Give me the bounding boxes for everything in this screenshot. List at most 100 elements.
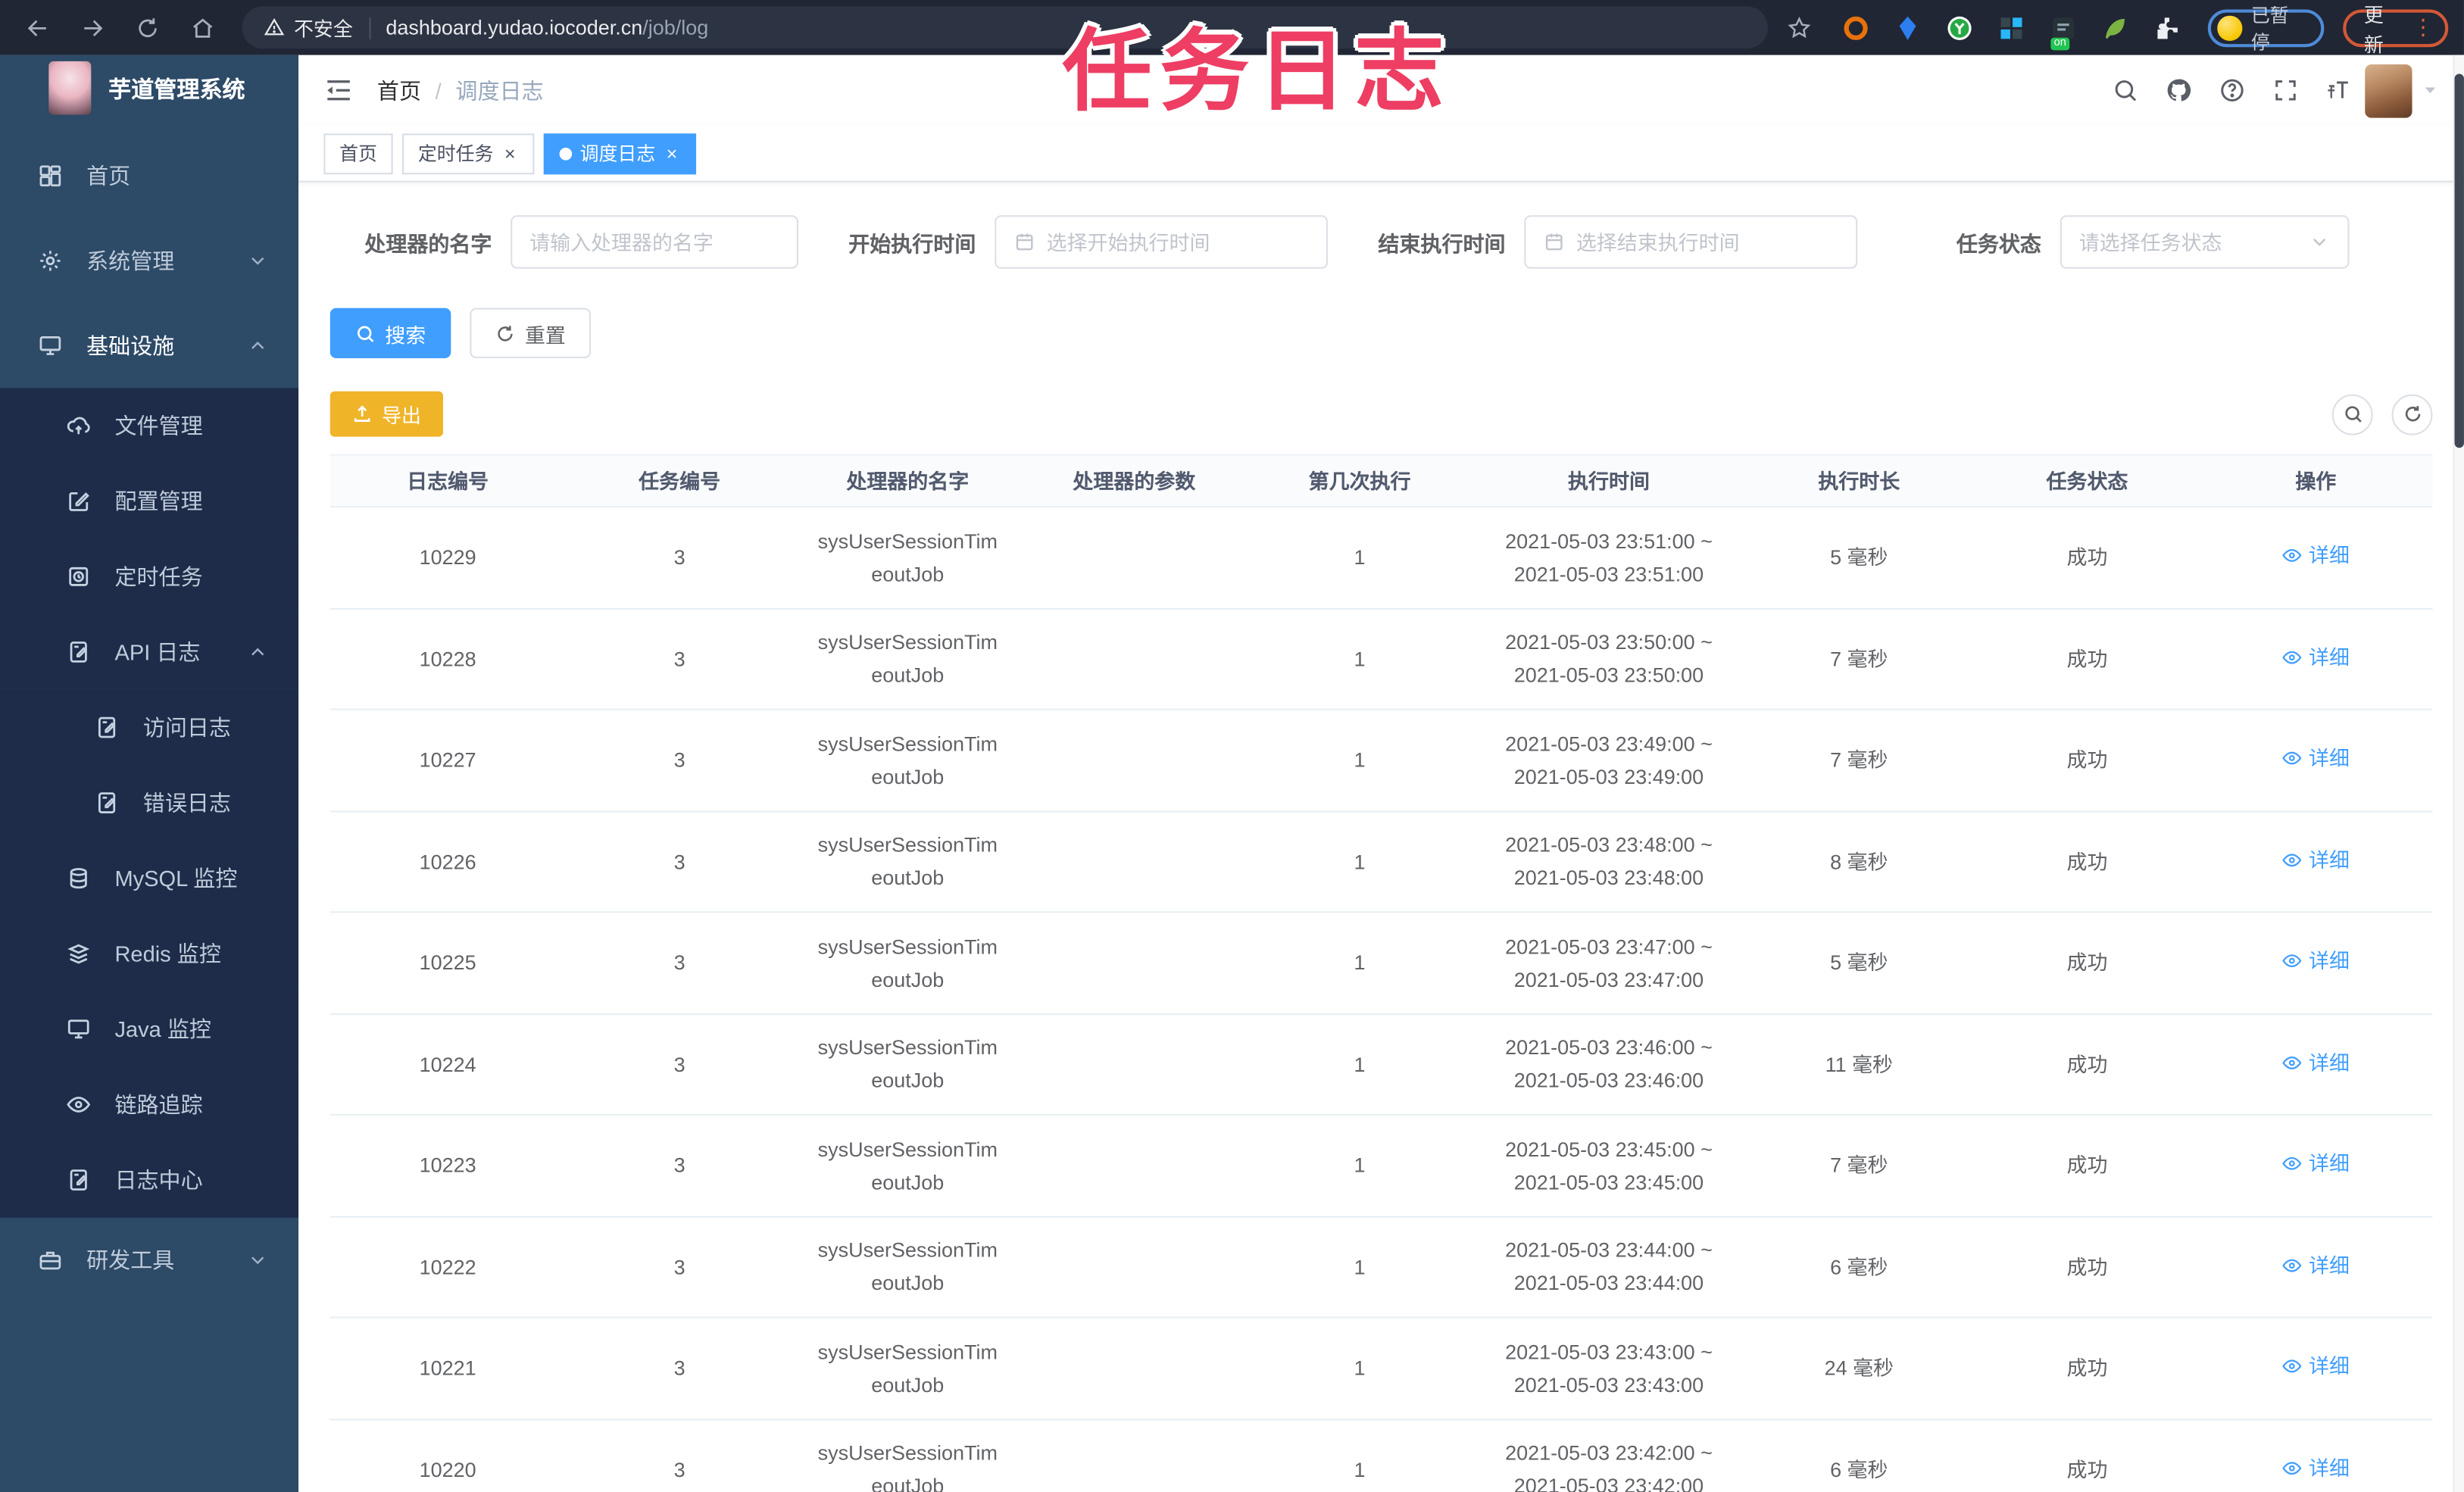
active-tab-dot	[559, 146, 573, 160]
browser-update-button[interactable]: 更新 ⋮	[2343, 4, 2449, 56]
ext-puzzle-blue-icon[interactable]	[1996, 12, 2027, 43]
cell-handler: sysUserSessionTim eoutJob	[817, 833, 998, 890]
sidebar-item-api-log[interactable]: API 日志	[0, 614, 299, 690]
table-row: 10223 3 sysUserSessionTim eoutJob 1 2021-05-0…	[329, 1115, 2433, 1217]
filter-group-end-time: 结束执行时间	[1378, 215, 1858, 269]
tab-调度日志[interactable]: 调度日志 ×	[543, 133, 697, 174]
ext-green-leaf-icon[interactable]	[2100, 12, 2131, 43]
tab-close-icon[interactable]: ×	[664, 142, 681, 164]
cell-time: 2021-05-03 23:51:00 ~2021-05-03 23:51:00	[1505, 529, 1713, 586]
cell-time: 2021-05-03 23:43:00 ~2021-05-03 23:43:00	[1505, 1340, 1713, 1397]
handler-name-input[interactable]	[529, 229, 780, 254]
sidebar-item-scheduled-jobs[interactable]: 定时任务	[0, 538, 299, 615]
arrow-right-icon[interactable]	[70, 6, 113, 48]
update-label: 更新	[2363, 4, 2384, 56]
cell-task-id: 3	[673, 545, 685, 570]
sidebar-item-access-log[interactable]: 访问日志	[0, 689, 299, 766]
app-logo[interactable]: 芋道管理系统	[0, 55, 298, 121]
cell-log-id: 10222	[419, 1255, 476, 1279]
ext-green-y-icon[interactable]	[1944, 12, 1975, 43]
detail-link[interactable]: 详细	[2282, 1249, 2350, 1282]
cell-time: 2021-05-03 23:42:00 ~2021-05-03 23:42:00	[1505, 1440, 1713, 1492]
tab-定时任务[interactable]: 定时任务 ×	[402, 133, 535, 174]
cell-status: 成功	[2066, 545, 2108, 570]
sidebar-item-home[interactable]: 首页	[0, 133, 298, 218]
ext-puzzle-white-icon[interactable]	[2151, 12, 2182, 43]
detail-link[interactable]: 详细	[2282, 742, 2350, 776]
detail-link[interactable]: 详细	[2282, 1046, 2350, 1079]
sidebar-item-label: 访问日志	[142, 714, 231, 741]
ext-blue-pin-icon[interactable]	[1892, 12, 1923, 43]
cell-log-id: 10220	[419, 1457, 476, 1481]
job-status-select[interactable]	[2078, 229, 2298, 254]
reload-icon[interactable]	[126, 6, 168, 48]
chevron-down-icon	[248, 1250, 267, 1269]
export-button[interactable]: 导出	[329, 391, 444, 437]
sidebar-item-system[interactable]: 系统管理	[0, 218, 298, 303]
tags-view-bar: 首页 定时任务 × 调度日志 ×	[298, 126, 2464, 183]
tab-label: 调度日志	[579, 142, 656, 165]
home-icon[interactable]	[181, 6, 223, 48]
detail-link[interactable]: 详细	[2282, 944, 2350, 978]
sidebar-item-infrastructure[interactable]: 基础设施	[0, 303, 298, 388]
sidebar-item-config-management[interactable]: 配置管理	[0, 464, 299, 539]
cell-action: 详细	[2201, 1147, 2431, 1184]
reset-button[interactable]: 重置	[470, 307, 592, 359]
detail-link[interactable]: 详细	[2282, 1147, 2350, 1181]
sidebar-item-redis-monitor[interactable]: Redis 监控	[0, 916, 299, 992]
sidebar-item-file-management[interactable]: 文件管理	[0, 388, 299, 464]
sidebar-fold-icon[interactable]	[323, 76, 353, 105]
profile-paused-chip[interactable]: 已暂停	[2207, 4, 2325, 52]
table-header-row: 日志编号 任务编号 处理器的名字 处理器的参数 第几次执行 执行时间 执行时长 任务状态 操作	[329, 454, 2433, 508]
cell-status: 成功	[2066, 1255, 2108, 1279]
cell-action: 详细	[2201, 1451, 2431, 1487]
page-scrollbar[interactable]	[2453, 55, 2464, 1492]
sidebar-item-label: 错误日志	[142, 790, 231, 816]
github-icon[interactable]	[2166, 77, 2192, 104]
arrow-left-icon[interactable]	[16, 6, 58, 48]
scrollbar-thumb[interactable]	[2454, 73, 2464, 448]
eye-icon	[66, 1092, 94, 1117]
question-icon[interactable]	[2219, 77, 2245, 104]
fullscreen-icon[interactable]	[2272, 77, 2299, 104]
detail-link[interactable]: 详细	[2282, 1451, 2350, 1484]
eye-icon	[2282, 1052, 2303, 1072]
detail-link[interactable]: 详细	[2282, 1350, 2350, 1384]
detail-link[interactable]: 详细	[2282, 641, 2350, 674]
user-avatar[interactable]	[2365, 64, 2412, 117]
sidebar-item-mysql-monitor[interactable]: MySQL 监控	[0, 840, 299, 916]
tab-close-icon[interactable]: ×	[501, 142, 519, 164]
cell-log-id: 10223	[419, 1153, 476, 1178]
search-button[interactable]: 搜索	[329, 307, 451, 359]
refresh-button[interactable]	[2391, 393, 2433, 435]
cell-time: 2021-05-03 23:44:00 ~2021-05-03 23:44:00	[1505, 1238, 1713, 1295]
ext-orange-circle-icon[interactable]	[1840, 12, 1871, 43]
sidebar-item-java-monitor[interactable]: Java 监控	[0, 991, 299, 1067]
sidebar-item-label: 文件管理	[114, 413, 203, 439]
detail-label: 详细	[2308, 949, 2350, 973]
breadcrumb: 首页 / 调度日志	[377, 75, 544, 106]
sidebar-item-log-center[interactable]: 日志中心	[0, 1142, 299, 1218]
browser-menu-icon[interactable]: ⋮	[2412, 14, 2434, 41]
detail-link[interactable]: 详细	[2282, 539, 2350, 573]
bookmark-star-icon[interactable]	[1787, 15, 1812, 40]
ext-dark-on-icon[interactable]: on	[2047, 12, 2078, 50]
tab-首页[interactable]: 首页	[323, 133, 393, 174]
toggle-search-button[interactable]	[2331, 393, 2373, 435]
sidebar-item-label: 定时任务	[114, 563, 203, 589]
search-icon[interactable]	[2112, 77, 2138, 104]
end-time-input[interactable]	[1576, 229, 1839, 254]
textsize-icon[interactable]	[2325, 77, 2352, 104]
cell-handler: sysUserSessionTim eoutJob	[817, 1035, 998, 1093]
breadcrumb-home[interactable]: 首页	[377, 75, 421, 106]
sidebar-item-trace[interactable]: 链路追踪	[0, 1066, 299, 1143]
start-time-input[interactable]	[1046, 229, 1310, 254]
detail-label: 详细	[2308, 645, 2350, 670]
avatar-caret-down-icon[interactable]	[2422, 82, 2439, 99]
sidebar-item-error-log[interactable]: 错误日志	[0, 765, 299, 841]
detail-label: 详细	[2308, 1253, 2350, 1278]
sidebar-item-dev-tools[interactable]: 研发工具	[0, 1218, 298, 1303]
detail-link[interactable]: 详细	[2282, 844, 2350, 877]
cell-log-id: 10221	[419, 1356, 476, 1381]
address-bar[interactable]: 不安全 dashboard.yudao.iocoder.cn/job/log	[242, 6, 1769, 49]
